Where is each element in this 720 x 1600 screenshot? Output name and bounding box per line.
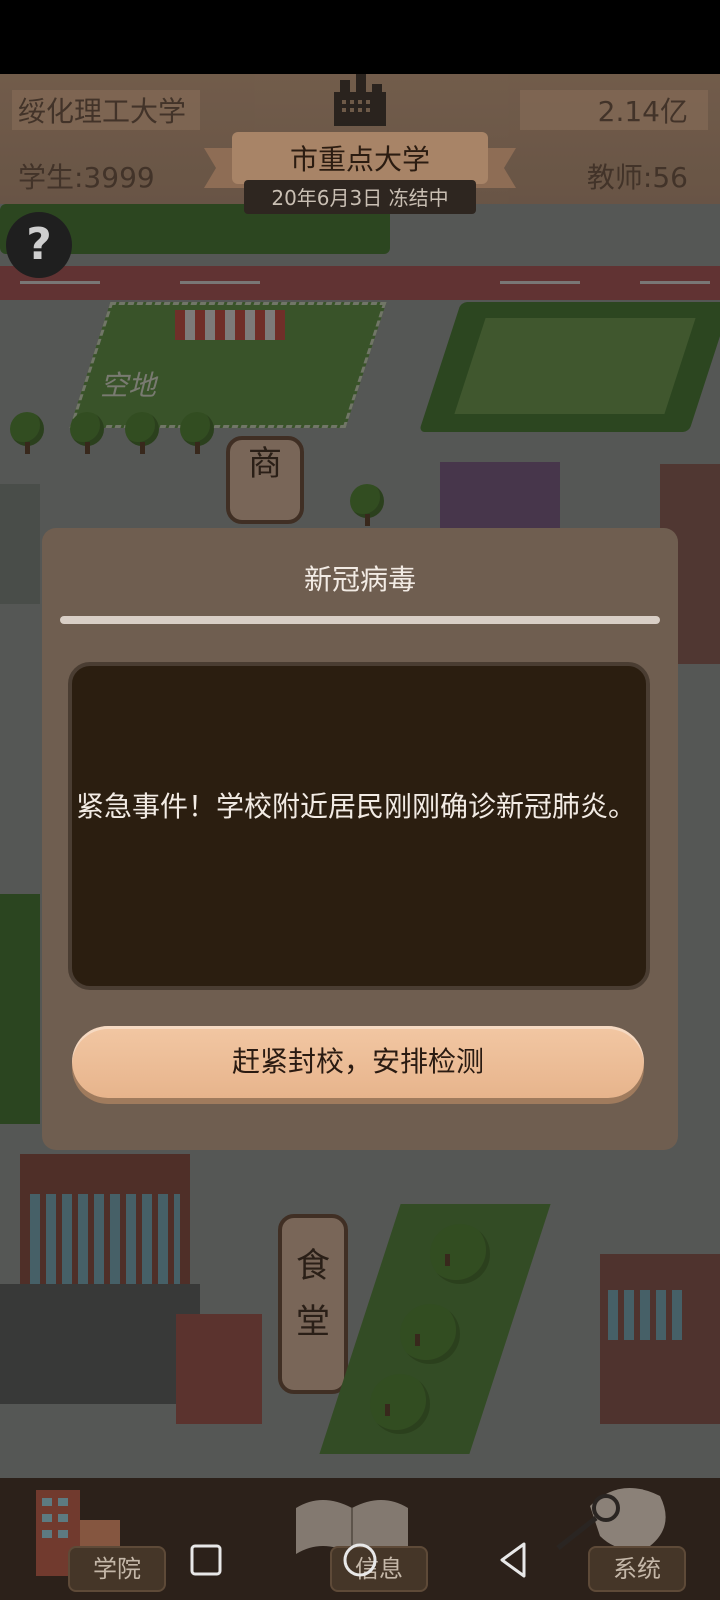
game-date-status: 20年6月3日 冻结中 [271, 186, 449, 210]
triangle-back-icon[interactable] [490, 1536, 538, 1584]
event-dialog: 新冠病毒 紧急事件！学校附近居民刚刚确诊新冠肺炎。 赶紧封校，安排检测 [42, 528, 678, 1150]
funds-value: 2.14亿 [597, 95, 688, 128]
school-rank: 市重点大学 [289, 143, 430, 176]
help-button[interactable]: ? [6, 212, 72, 278]
dialog-message: 紧急事件！学校附近居民刚刚确诊新冠肺炎。 [76, 790, 637, 823]
dialog-title: 新冠病毒 [303, 563, 416, 596]
tab-system[interactable]: 系统 [588, 1546, 686, 1592]
status-bar [0, 0, 720, 74]
school-name: 绥化理工大学 [18, 95, 187, 128]
student-count: 学生:3999 [18, 161, 155, 194]
dialog-divider [60, 616, 660, 624]
close-school-button[interactable]: 赶紧封校，安排检测 [72, 1026, 644, 1098]
castle-icon [334, 74, 386, 126]
game-screen: 空地 商 食 堂 [0, 0, 720, 1600]
circle-icon[interactable] [336, 1536, 384, 1584]
square-icon[interactable] [182, 1536, 230, 1584]
question-mark-icon: ? [26, 219, 52, 270]
dialog-message-box: 紧急事件！学校附近居民刚刚确诊新冠肺炎。 [68, 662, 650, 990]
tab-college[interactable]: 学院 [68, 1546, 166, 1592]
teacher-count: 教师:56 [586, 161, 688, 194]
